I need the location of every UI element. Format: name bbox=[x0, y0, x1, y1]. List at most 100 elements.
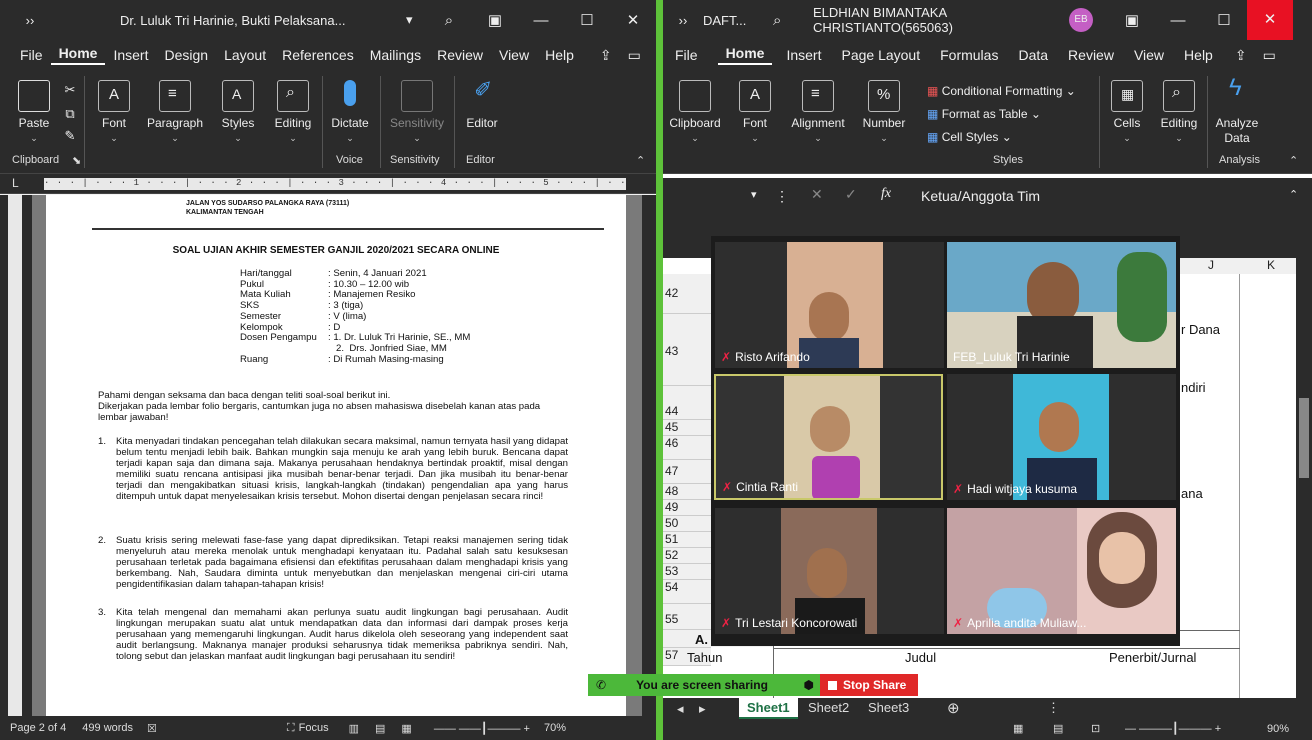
proofing-icon[interactable]: ☒ bbox=[147, 722, 157, 735]
chevron-icon[interactable]: ›› bbox=[0, 13, 60, 28]
print-layout-icon[interactable]: ▤ bbox=[375, 722, 385, 735]
cell-r48[interactable]: ana bbox=[1181, 486, 1203, 501]
zoom-slider[interactable]: —— ——┃——— + bbox=[434, 722, 530, 735]
comments-icon[interactable]: ▭ bbox=[620, 47, 649, 64]
avatar[interactable]: EB bbox=[1069, 8, 1093, 32]
share-icon[interactable]: ⇪ bbox=[592, 47, 620, 64]
name-box-dropdown-icon[interactable]: ▾ bbox=[751, 188, 757, 201]
close-icon[interactable]: ✕ bbox=[610, 11, 656, 29]
cell-r42[interactable]: r Dana bbox=[1181, 322, 1220, 337]
focus-icon[interactable]: ⛶ bbox=[287, 722, 295, 735]
search-icon[interactable]: ⌕ bbox=[426, 12, 472, 29]
enter-icon[interactable]: ✓ bbox=[845, 186, 857, 203]
tab-data[interactable]: Data bbox=[1010, 47, 1056, 63]
styles-button[interactable]: A Styles ⌄ bbox=[214, 80, 262, 146]
paste-button[interactable]: Paste ⌄ bbox=[12, 80, 56, 146]
page-count[interactable]: Page 2 of 4 bbox=[10, 722, 66, 734]
row-header[interactable]: 43 bbox=[663, 314, 711, 386]
participant-tile[interactable]: ✗ Hadi witjaya kusuma bbox=[947, 374, 1176, 500]
editing-button[interactable]: ⌕ Editing ⌄ bbox=[268, 80, 318, 146]
maximize-icon[interactable]: ☐ bbox=[1201, 11, 1247, 29]
ribbon-display-icon[interactable]: ▣ bbox=[472, 11, 518, 29]
copy-icon[interactable]: ⧉ bbox=[62, 106, 78, 121]
tab-help[interactable]: Help bbox=[1176, 47, 1221, 63]
cell-penerbit[interactable]: Penerbit/Jurnal bbox=[1109, 650, 1196, 665]
participant-tile-active-speaker[interactable]: ✗ Cintia Ranti bbox=[714, 374, 943, 500]
function-icon[interactable]: fx bbox=[881, 186, 891, 202]
more-icon[interactable]: ⋮ bbox=[775, 188, 789, 205]
add-sheet-icon[interactable]: ⊕ bbox=[947, 699, 960, 717]
formula-input[interactable]: Ketua/Anggota Tim bbox=[921, 188, 1040, 204]
normal-view-icon[interactable]: ▦ bbox=[1013, 722, 1023, 735]
tab-file[interactable]: File bbox=[0, 47, 51, 63]
tab-view[interactable]: View bbox=[491, 47, 537, 63]
cell-r43[interactable]: ndiri bbox=[1181, 380, 1206, 395]
row-header[interactable]: 55 bbox=[663, 604, 711, 630]
tab-file[interactable]: File bbox=[663, 47, 706, 63]
document-page[interactable]: JALAN YOS SUDARSO PALANGKA RAYA (73111) … bbox=[46, 195, 626, 716]
tab-formulas[interactable]: Formulas bbox=[932, 47, 1006, 63]
page-break-icon[interactable]: ⊡ bbox=[1091, 722, 1100, 735]
sensitivity-button[interactable]: Sensitivity ⌄ bbox=[384, 80, 450, 146]
word-count[interactable]: 499 words bbox=[82, 722, 133, 734]
tab-references[interactable]: References bbox=[274, 47, 362, 63]
row-header[interactable]: 54 bbox=[663, 580, 711, 604]
search-icon[interactable]: ⌕ bbox=[773, 12, 813, 29]
cut-icon[interactable]: ✂ bbox=[62, 82, 78, 97]
tab-review[interactable]: Review bbox=[429, 47, 491, 63]
minimize-icon[interactable]: — bbox=[518, 12, 564, 29]
dictate-button[interactable]: Dictate ⌄ bbox=[326, 80, 374, 146]
row-header[interactable]: 50 bbox=[663, 516, 711, 532]
word-doc-title[interactable]: Dr. Luluk Tri Harinie, Bukti Pelaksana..… bbox=[60, 13, 406, 28]
zoom-level[interactable]: 90% bbox=[1267, 723, 1289, 735]
word-vertical-scrollbar[interactable] bbox=[642, 195, 656, 716]
focus-button[interactable]: Focus bbox=[299, 722, 329, 734]
prev-sheet-icon[interactable]: ◂ bbox=[677, 701, 684, 717]
excel-vertical-scrollbar[interactable] bbox=[1296, 258, 1312, 698]
web-layout-icon[interactable]: ▦ bbox=[401, 722, 411, 735]
tab-home[interactable]: Home bbox=[50, 45, 106, 65]
row-header[interactable]: 49 bbox=[663, 500, 711, 516]
row-header[interactable]: 46 bbox=[663, 436, 711, 460]
row-header[interactable]: 42 bbox=[663, 274, 711, 314]
row-header[interactable]: 52 bbox=[663, 548, 711, 564]
chevron-icon[interactable]: ›› bbox=[663, 13, 703, 28]
ribbon-display-icon[interactable]: ▣ bbox=[1109, 11, 1155, 29]
row-header[interactable]: 45 bbox=[663, 420, 711, 436]
format-as-table-button[interactable]: ▦ Format as Table ⌄ bbox=[927, 103, 1076, 126]
font-button[interactable]: A Font ⌄ bbox=[731, 80, 779, 146]
participant-tile[interactable]: ✗ Tri Lestari Koncorowati bbox=[715, 508, 944, 634]
tab-sheet1[interactable]: Sheet1 bbox=[739, 698, 798, 719]
maximize-icon[interactable]: ☐ bbox=[564, 11, 610, 29]
cell-styles-button[interactable]: ▦ Cell Styles ⌄ bbox=[927, 126, 1076, 149]
tab-sheet3[interactable]: Sheet3 bbox=[868, 700, 909, 715]
excel-doc-title[interactable]: DAFT... bbox=[703, 13, 773, 28]
editing-button[interactable]: ⌕ Editing ⌄ bbox=[1157, 80, 1201, 146]
participant-tile[interactable]: ✗ Risto Arifando bbox=[715, 242, 944, 368]
cancel-icon[interactable]: ✕ bbox=[811, 186, 823, 203]
row-header[interactable]: 48 bbox=[663, 484, 711, 500]
collapse-ribbon-icon[interactable]: ⌃ bbox=[1289, 154, 1298, 167]
participant-tile[interactable]: ✗ Aprilia andita Muliaw... bbox=[947, 508, 1176, 634]
cell-tahun[interactable]: Tahun bbox=[687, 650, 722, 665]
column-header-k[interactable]: K bbox=[1267, 258, 1275, 272]
next-sheet-icon[interactable]: ▸ bbox=[699, 701, 706, 717]
font-button[interactable]: A Font ⌄ bbox=[92, 80, 136, 146]
analyze-data-button[interactable]: ϟ Analyze Data bbox=[1211, 76, 1263, 146]
tab-design[interactable]: Design bbox=[156, 47, 216, 63]
tab-layout[interactable]: Layout bbox=[216, 47, 274, 63]
conditional-formatting-button[interactable]: ▦ Conditional Formatting ⌄ bbox=[927, 80, 1076, 103]
tab-mailings[interactable]: Mailings bbox=[362, 47, 429, 63]
alignment-button[interactable]: ≡ Alignment ⌄ bbox=[785, 80, 851, 146]
zoom-slider[interactable]: — ———┃——— + bbox=[1125, 722, 1221, 735]
tab-help[interactable]: Help bbox=[537, 47, 582, 63]
close-icon[interactable]: ✕ bbox=[1247, 0, 1293, 40]
clipboard-launcher-icon[interactable]: ⬊ bbox=[72, 154, 81, 167]
number-button[interactable]: % Number ⌄ bbox=[859, 80, 909, 146]
tab-page-layout[interactable]: Page Layout bbox=[833, 47, 928, 63]
tab-view[interactable]: View bbox=[1126, 47, 1172, 63]
tab-home[interactable]: Home bbox=[717, 45, 773, 65]
collapse-ribbon-icon[interactable]: ⌃ bbox=[636, 154, 645, 167]
title-dropdown-icon[interactable]: ▾ bbox=[406, 12, 426, 28]
read-mode-icon[interactable]: ▥ bbox=[349, 722, 359, 735]
